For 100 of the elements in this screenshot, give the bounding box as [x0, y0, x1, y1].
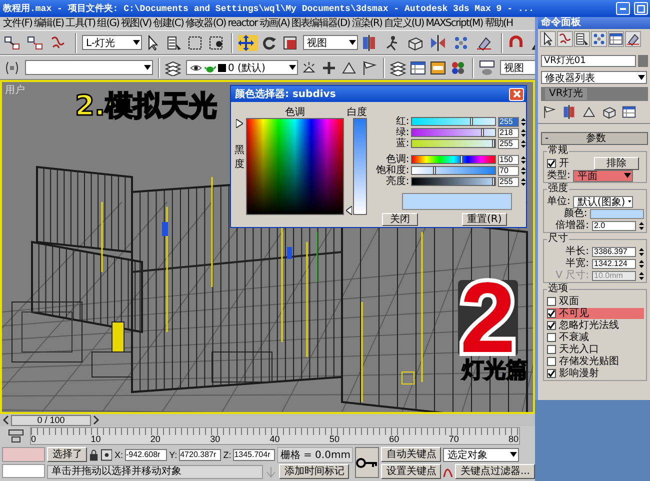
menu-item[interactable]: 渲染(R): [352, 18, 382, 30]
menu-item[interactable]: 组(G): [97, 18, 120, 30]
table-window-icon[interactable]: [622, 105, 636, 119]
coordinate-field[interactable]: 1345.704r: [233, 448, 276, 460]
lock-icon[interactable]: [89, 448, 99, 460]
checkbox[interactable]: [547, 369, 556, 378]
script-listener-field[interactable]: [2, 447, 46, 462]
checkbox[interactable]: [547, 357, 556, 366]
box-outline[interactable]: [92, 352, 132, 378]
sofa-outline[interactable]: [12, 302, 82, 362]
flag-icon[interactable]: [542, 105, 556, 119]
menu-item[interactable]: 工具(T): [66, 18, 96, 30]
rotate-icon[interactable]: [261, 34, 279, 50]
exclude-button[interactable]: 排除: [594, 157, 639, 170]
lamp-rays-icon[interactable]: [301, 60, 318, 76]
window-bar-icon[interactable]: [430, 60, 447, 76]
wedge-icon[interactable]: [582, 105, 596, 119]
number-field[interactable]: 150: [498, 154, 520, 164]
script-output-field[interactable]: [2, 464, 46, 478]
menu-item[interactable]: reactor: [228, 18, 258, 30]
set-key-mode-button[interactable]: 设置关键点: [381, 464, 442, 479]
coordinate-field[interactable]: 4720.387r: [179, 448, 222, 460]
hue-gradient-square[interactable]: [246, 118, 344, 215]
slider-thumb[interactable]: [460, 155, 463, 164]
add-time-tag-button[interactable]: 添加时间标记: [279, 464, 350, 479]
list-icon[interactable]: [166, 34, 184, 50]
menu-item[interactable]: 自定义(U): [384, 18, 424, 30]
spinner-field[interactable]: 1342.124: [592, 258, 636, 268]
color-slider[interactable]: [411, 139, 496, 148]
modifier-stack[interactable]: VR灯光: [541, 87, 648, 101]
modifier-list-dropdown[interactable]: 修改器列表: [541, 71, 647, 84]
dropdown[interactable]: 平面: [573, 170, 634, 182]
number-field[interactable]: 218: [498, 128, 520, 138]
time-slider-thumb[interactable]: 0 / 100: [11, 414, 91, 426]
plus-icon[interactable]: [321, 60, 338, 76]
checkbox[interactable]: [547, 159, 556, 168]
squiggle-icon[interactable]: [557, 31, 573, 47]
wedge-icon[interactable]: [341, 60, 358, 76]
spinner-icon[interactable]: [639, 258, 644, 268]
view-field[interactable]: 视图: [500, 60, 535, 75]
box-icon[interactable]: [602, 105, 616, 119]
move-arrows-icon[interactable]: [238, 34, 258, 50]
number-field[interactable]: 255: [498, 176, 520, 186]
coordinate-dropdown[interactable]: 视图: [303, 35, 358, 50]
dialog-button[interactable]: 重置(R): [462, 213, 507, 226]
color-swatch[interactable]: [590, 208, 644, 218]
slider-thumb[interactable]: [481, 128, 484, 137]
checkbox[interactable]: [547, 333, 556, 342]
color-slider[interactable]: [411, 128, 496, 137]
close-button[interactable]: [509, 88, 524, 100]
triangle-marker-icon[interactable]: [236, 119, 243, 128]
set-key-button[interactable]: [355, 447, 380, 478]
menu-item[interactable]: 视图(V): [121, 18, 152, 30]
minimize-button[interactable]: [616, 2, 630, 15]
whiteness-bar[interactable]: [353, 118, 367, 215]
table-window-icon[interactable]: [608, 31, 624, 47]
coordinate-field[interactable]: -942.608r: [124, 448, 168, 460]
slider-thumb[interactable]: [433, 166, 436, 175]
layer-dropdown[interactable]: 0 (默认): [186, 60, 298, 75]
rollout-header[interactable]: - 参数: [541, 132, 648, 145]
layers-icon[interactable]: [390, 60, 407, 76]
object-name-field[interactable]: VR灯光01: [541, 55, 636, 67]
object-color-swatch[interactable]: [638, 55, 648, 67]
color-slider[interactable]: [411, 117, 496, 126]
arrow-cursor-icon[interactable]: [540, 31, 556, 47]
track-view-icon[interactable]: [8, 429, 24, 443]
spinner-icon[interactable]: [639, 270, 644, 280]
color-slider[interactable]: [411, 155, 496, 164]
pivot-icon[interactable]: [562, 105, 576, 119]
checkbox[interactable]: [547, 309, 556, 318]
menu-item[interactable]: 帮助(H: [484, 18, 513, 30]
color-slider[interactable]: [411, 166, 496, 175]
stack-item[interactable]: VR灯光: [545, 88, 587, 100]
flag-icon[interactable]: [361, 60, 378, 76]
menu-item[interactable]: MAXScript(M): [426, 18, 483, 30]
maximize-button[interactable]: [634, 2, 648, 15]
number-field[interactable]: 255: [498, 138, 520, 148]
menu-item[interactable]: 创建(C): [153, 18, 184, 30]
spinner-icon[interactable]: [521, 138, 526, 148]
number-field[interactable]: 70: [498, 166, 520, 176]
spinner-icon[interactable]: [521, 116, 526, 126]
auto-key-button[interactable]: 自动关键点: [381, 447, 442, 462]
timeline-ruler[interactable]: 0 10 20 30 40 50 60 70 80: [30, 427, 520, 445]
layers-icon[interactable]: [165, 60, 183, 76]
checkbox[interactable]: [547, 321, 556, 330]
rollout-toggle[interactable]: -: [542, 134, 559, 144]
named-selection-dropdown[interactable]: [25, 60, 153, 75]
menu-item[interactable]: 文件(F): [3, 18, 32, 30]
spinner-icon[interactable]: [521, 176, 526, 186]
dropdown[interactable]: 默认(图象): [573, 196, 634, 208]
color-slider[interactable]: [411, 177, 496, 186]
spinner-icon[interactable]: [521, 154, 526, 164]
selection-button[interactable]: 选择了: [47, 447, 88, 462]
key-filters-button[interactable]: 关键点过滤器...: [455, 464, 535, 479]
spinner-icon[interactable]: [521, 128, 526, 138]
light-object[interactable]: [112, 322, 124, 352]
menu-item[interactable]: 动画(A): [259, 18, 290, 30]
checkbox[interactable]: [547, 345, 556, 354]
dots-grid-icon[interactable]: [591, 31, 607, 47]
triangle-marker-icon[interactable]: [346, 206, 352, 215]
